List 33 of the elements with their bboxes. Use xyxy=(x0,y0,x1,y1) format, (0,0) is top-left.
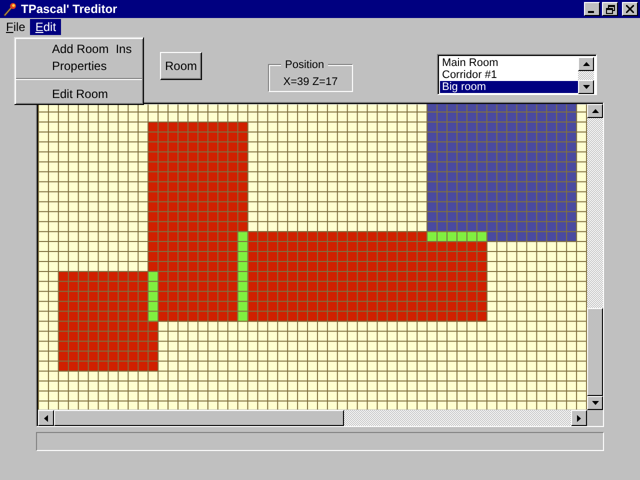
scroll-right-button[interactable] xyxy=(571,410,587,426)
up-arrow-icon xyxy=(592,109,598,113)
restore-icon xyxy=(606,4,614,14)
menu-entry[interactable]: Edit Room xyxy=(15,85,143,102)
down-arrow-icon xyxy=(582,85,590,89)
scroll-up-button[interactable] xyxy=(587,104,603,118)
scroll-down-button[interactable] xyxy=(578,80,594,94)
torch-icon xyxy=(2,1,18,17)
group-label: Position xyxy=(281,59,328,71)
menu-item[interactable]: File xyxy=(1,19,30,35)
scroll-thumb[interactable] xyxy=(54,410,344,426)
list-item[interactable]: Big room xyxy=(440,81,578,93)
close-button[interactable] xyxy=(622,2,638,16)
window-title: TPascal' Treditor xyxy=(21,2,118,16)
list-item[interactable]: Main Room xyxy=(440,57,578,69)
left-arrow-icon xyxy=(44,414,48,422)
menu-entry[interactable]: Add Room Ins xyxy=(15,40,143,57)
scroll-thumb[interactable] xyxy=(587,308,603,396)
list-item[interactable]: Corridor #1 xyxy=(440,69,578,81)
scroll-left-button[interactable] xyxy=(38,410,54,426)
scroll-down-button[interactable] xyxy=(587,396,603,410)
room-button[interactable]: Room xyxy=(160,52,202,80)
menu-item[interactable]: Edit xyxy=(30,19,62,35)
menu-entry[interactable]: Properties xyxy=(15,57,143,74)
scroll-up-button[interactable] xyxy=(578,57,594,71)
minimize-button[interactable] xyxy=(584,2,600,16)
down-arrow-icon xyxy=(592,401,598,405)
position-text: X=39 Z=17 xyxy=(283,76,338,88)
up-arrow-icon xyxy=(582,62,590,66)
restore-button[interactable] xyxy=(602,2,618,16)
close-icon xyxy=(626,5,634,13)
right-arrow-icon xyxy=(577,414,581,422)
scroll-track[interactable] xyxy=(578,71,594,80)
